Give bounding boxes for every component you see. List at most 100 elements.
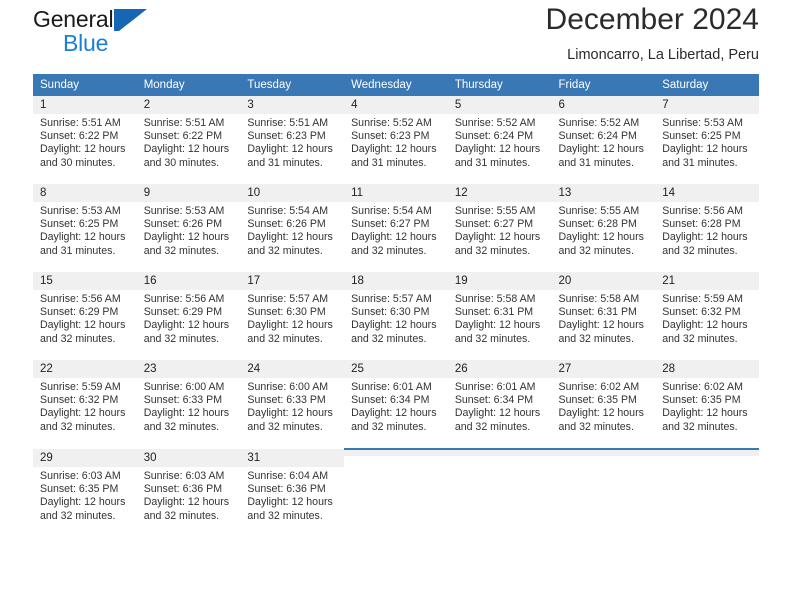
daylight-text-line2: and 32 minutes. bbox=[662, 244, 738, 257]
day-info: Sunrise: 5:57 AM Sunset: 6:30 PM Daylight:… bbox=[240, 290, 344, 346]
sunset-text: Sunset: 6:22 PM bbox=[143, 130, 223, 143]
sunset-text: Sunset: 6:36 PM bbox=[143, 483, 223, 496]
calendar-day-cell[interactable]: 12 Sunrise: 5:55 AM Sunset: 6:27 PM Dayligh… bbox=[447, 184, 552, 260]
calendar-day-cell[interactable]: 10 Sunrise: 5:54 AM Sunset: 6:26 PM Dayligh… bbox=[240, 184, 345, 260]
daylight-text-line1: Daylight: 12 hours bbox=[40, 496, 126, 509]
day-info: Sunrise: 6:03 AM Sunset: 6:36 PM Daylight:… bbox=[137, 467, 241, 523]
daylight-text-line1: Daylight: 12 hours bbox=[351, 143, 437, 156]
weekday-header-thursday: Thursday bbox=[447, 74, 552, 96]
calendar-day-cell[interactable]: 4 Sunrise: 5:52 AM Sunset: 6:23 PM Daylight… bbox=[344, 96, 448, 172]
daylight-text-line1: Daylight: 12 hours bbox=[40, 143, 126, 156]
calendar-day-cell[interactable]: 7 Sunrise: 5:53 AM Sunset: 6:25 PM Daylight… bbox=[655, 96, 759, 172]
day-number: 5 bbox=[447, 96, 552, 114]
calendar-day-cell[interactable]: 2 Sunrise: 5:51 AM Sunset: 6:22 PM Daylight… bbox=[136, 96, 241, 172]
daylight-text-line2: and 32 minutes. bbox=[662, 420, 738, 433]
logo-text-general: General bbox=[33, 6, 114, 32]
day-number: 8 bbox=[33, 184, 137, 202]
daylight-text-line1: Daylight: 12 hours bbox=[40, 231, 126, 244]
calendar-day-cell[interactable]: 29 Sunrise: 6:03 AM Sunset: 6:35 PM Dayligh… bbox=[33, 449, 137, 525]
calendar-day-cell[interactable]: 25 Sunrise: 6:01 AM Sunset: 6:34 PM Dayligh… bbox=[344, 360, 448, 436]
daylight-text-line1: Daylight: 12 hours bbox=[558, 319, 644, 332]
day-number: 3 bbox=[240, 96, 345, 114]
sunset-text: Sunset: 6:25 PM bbox=[40, 218, 119, 231]
daylight-text-line1: Daylight: 12 hours bbox=[143, 496, 230, 509]
daylight-text-line2: and 32 minutes. bbox=[247, 509, 323, 522]
sunrise-text: Sunrise: 5:58 AM bbox=[558, 293, 640, 305]
day-number: 7 bbox=[655, 96, 759, 114]
logo-text-blue: Blue bbox=[63, 30, 109, 56]
calendar-day-cell[interactable]: 8 Sunrise: 5:53 AM Sunset: 6:25 PM Daylight… bbox=[33, 184, 137, 260]
day-number: 1 bbox=[33, 96, 137, 114]
logo-flag-icon bbox=[114, 9, 148, 31]
calendar-week-row: 8 Sunrise: 5:53 AM Sunset: 6:25 PM Daylight… bbox=[33, 184, 759, 260]
calendar-day-cell[interactable]: 27 Sunrise: 6:02 AM Sunset: 6:35 PM Dayligh… bbox=[551, 360, 656, 436]
calendar-day-cell[interactable]: 26 Sunrise: 6:01 AM Sunset: 6:34 PM Dayligh… bbox=[447, 360, 552, 436]
calendar-day-cell[interactable]: 31 Sunrise: 6:04 AM Sunset: 6:36 PM Dayligh… bbox=[240, 449, 345, 525]
calendar-day-cell[interactable]: 28 Sunrise: 6:02 AM Sunset: 6:35 PM Dayligh… bbox=[655, 360, 759, 436]
day-number: 26 bbox=[447, 360, 552, 378]
day-info: Sunrise: 6:01 AM Sunset: 6:34 PM Daylight:… bbox=[448, 378, 552, 434]
weekday-header: Sunday Monday Tuesday Wednesday Thursday Frid… bbox=[33, 74, 759, 96]
calendar-day-cell[interactable]: 11 Sunrise: 5:54 AM Sunset: 6:27 PM Dayligh… bbox=[344, 184, 448, 260]
page-subtitle: Limoncarro, La Libertad, Peru bbox=[567, 47, 759, 63]
calendar-day-cell[interactable]: 17 Sunrise: 5:57 AM Sunset: 6:30 PM Dayligh… bbox=[240, 272, 345, 348]
calendar-week-row: 1 Sunrise: 5:51 AM Sunset: 6:22 PM Daylight… bbox=[33, 96, 759, 172]
sunset-text: Sunset: 6:25 PM bbox=[662, 130, 741, 143]
calendar-day-cell[interactable]: 5 Sunrise: 5:52 AM Sunset: 6:24 PM Daylight… bbox=[447, 96, 552, 172]
calendar-day-cell[interactable]: 14 Sunrise: 5:56 AM Sunset: 6:28 PM Dayligh… bbox=[655, 184, 759, 260]
calendar-day-cell[interactable]: 3 Sunrise: 5:51 AM Sunset: 6:23 PM Daylight… bbox=[240, 96, 345, 172]
daylight-text-line2: and 32 minutes. bbox=[247, 420, 323, 433]
daylight-text-line1: Daylight: 12 hours bbox=[40, 407, 126, 420]
sunset-text: Sunset: 6:27 PM bbox=[351, 218, 430, 231]
calendar-day-cell[interactable]: 20 Sunrise: 5:58 AM Sunset: 6:31 PM Dayligh… bbox=[551, 272, 656, 348]
sunset-text: Sunset: 6:29 PM bbox=[40, 306, 119, 319]
day-info: Sunrise: 6:02 AM Sunset: 6:35 PM Daylight:… bbox=[655, 378, 759, 434]
calendar-day-cell[interactable]: 15 Sunrise: 5:56 AM Sunset: 6:29 PM Dayligh… bbox=[33, 272, 137, 348]
weekday-header-sunday: Sunday bbox=[33, 74, 137, 96]
calendar-day-cell[interactable]: 1 Sunrise: 5:51 AM Sunset: 6:22 PM Daylight… bbox=[33, 96, 137, 172]
calendar-day-cell[interactable]: 19 Sunrise: 5:58 AM Sunset: 6:31 PM Dayligh… bbox=[447, 272, 552, 348]
day-info: Sunrise: 6:04 AM Sunset: 6:36 PM Daylight:… bbox=[240, 467, 344, 523]
daylight-text-line1: Daylight: 12 hours bbox=[143, 407, 230, 420]
day-info: Sunrise: 5:51 AM Sunset: 6:22 PM Daylight:… bbox=[137, 114, 241, 170]
sunset-text: Sunset: 6:34 PM bbox=[454, 394, 534, 407]
calendar-day-cell[interactable]: 9 Sunrise: 5:53 AM Sunset: 6:26 PM Daylight… bbox=[136, 184, 241, 260]
sunset-text: Sunset: 6:35 PM bbox=[662, 394, 741, 407]
sunset-text: Sunset: 6:36 PM bbox=[247, 483, 326, 496]
calendar-day-cell[interactable]: 23 Sunrise: 6:00 AM Sunset: 6:33 PM Dayligh… bbox=[136, 360, 241, 436]
day-info: Sunrise: 5:53 AM Sunset: 6:25 PM Daylight:… bbox=[655, 114, 759, 170]
sunrise-text: Sunrise: 5:52 AM bbox=[351, 117, 432, 129]
day-info: Sunrise: 5:57 AM Sunset: 6:30 PM Daylight:… bbox=[344, 290, 448, 346]
calendar-day-cell[interactable]: 21 Sunrise: 5:59 AM Sunset: 6:32 PM Dayligh… bbox=[655, 272, 759, 348]
calendar-day-cell-empty bbox=[551, 448, 656, 525]
calendar-body: 1 Sunrise: 5:51 AM Sunset: 6:22 PM Daylight… bbox=[33, 96, 759, 525]
sunrise-text: Sunrise: 5:56 AM bbox=[40, 293, 121, 305]
daylight-text-line2: and 32 minutes. bbox=[40, 332, 116, 345]
sunrise-text: Sunrise: 6:01 AM bbox=[351, 381, 432, 393]
calendar-day-cell[interactable]: 13 Sunrise: 5:55 AM Sunset: 6:28 PM Dayligh… bbox=[551, 184, 656, 260]
daylight-text-line2: and 32 minutes. bbox=[351, 244, 427, 257]
day-number: 21 bbox=[655, 272, 759, 290]
day-number: 25 bbox=[344, 360, 448, 378]
day-number: 12 bbox=[447, 184, 552, 202]
sunset-text: Sunset: 6:26 PM bbox=[247, 218, 326, 231]
calendar-day-cell[interactable]: 18 Sunrise: 5:57 AM Sunset: 6:30 PM Dayligh… bbox=[344, 272, 448, 348]
sunrise-text: Sunrise: 5:53 AM bbox=[662, 117, 743, 129]
daylight-text-line2: and 32 minutes. bbox=[558, 420, 634, 433]
calendar-day-cell[interactable]: 30 Sunrise: 6:03 AM Sunset: 6:36 PM Dayligh… bbox=[136, 449, 241, 525]
calendar-day-cell[interactable]: 16 Sunrise: 5:56 AM Sunset: 6:29 PM Dayligh… bbox=[136, 272, 241, 348]
day-number: 16 bbox=[136, 272, 241, 290]
calendar-day-cell[interactable]: 24 Sunrise: 6:00 AM Sunset: 6:33 PM Dayligh… bbox=[240, 360, 345, 436]
calendar-day-cell[interactable]: 22 Sunrise: 5:59 AM Sunset: 6:32 PM Dayligh… bbox=[33, 360, 137, 436]
calendar-week-row: 15 Sunrise: 5:56 AM Sunset: 6:29 PM Dayligh… bbox=[33, 272, 759, 348]
day-info: Sunrise: 6:03 AM Sunset: 6:35 PM Daylight:… bbox=[33, 467, 137, 523]
day-number: 27 bbox=[551, 360, 656, 378]
general-blue-logo[interactable]: General Blue bbox=[33, 0, 148, 56]
day-number: 14 bbox=[655, 184, 759, 202]
day-info: Sunrise: 5:56 AM Sunset: 6:28 PM Daylight:… bbox=[655, 202, 759, 258]
day-info: Sunrise: 6:00 AM Sunset: 6:33 PM Daylight:… bbox=[137, 378, 241, 434]
sunset-text: Sunset: 6:31 PM bbox=[454, 306, 534, 319]
daylight-text-line1: Daylight: 12 hours bbox=[662, 143, 748, 156]
sunset-text: Sunset: 6:27 PM bbox=[454, 218, 534, 231]
calendar-day-cell[interactable]: 6 Sunrise: 5:52 AM Sunset: 6:24 PM Daylight… bbox=[551, 96, 656, 172]
